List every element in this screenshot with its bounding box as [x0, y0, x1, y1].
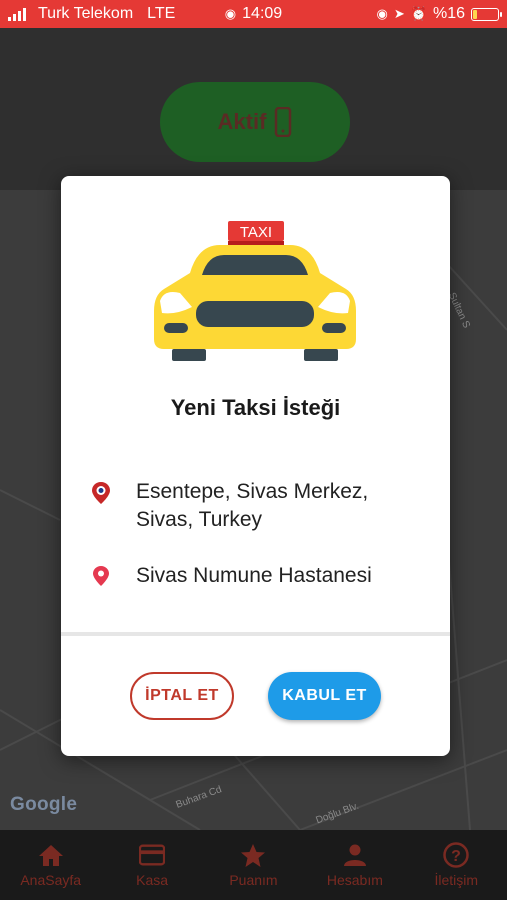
pickup-pin-icon	[88, 478, 114, 505]
status-left: Turk Telekom LTE	[8, 5, 175, 23]
pickup-line-1: Esentepe, Sivas Merkez,	[136, 480, 369, 503]
nav-item-kasa[interactable]: Kasa	[102, 842, 202, 888]
status-bar: Turk Telekom LTE ◉ 14:09 ◉ ➤ ⏰ %16	[0, 0, 507, 28]
nav-item-iletisim[interactable]: ? İletişim	[406, 842, 506, 888]
nav-label-puanim: Puanım	[229, 872, 278, 888]
destination-address: Sivas Numune Hastanesi	[88, 562, 428, 590]
nav-label-home: AnaSayfa	[20, 872, 82, 888]
active-label: Aktif	[217, 109, 267, 134]
accept-button[interactable]: KABUL ET	[268, 672, 381, 720]
taxi-sign-text: TAXI	[240, 224, 272, 241]
signal-icon	[8, 7, 26, 21]
cancel-button[interactable]: İPTAL ET	[130, 672, 234, 720]
card-icon	[139, 842, 166, 868]
dialog-divider	[61, 632, 450, 636]
google-logo: Google	[10, 794, 78, 815]
help-icon: ?	[443, 842, 469, 868]
network-type: LTE	[147, 5, 176, 22]
clock-icon: ◉	[224, 6, 237, 21]
alarm-icon: ⏰	[410, 6, 427, 21]
pickup-line-2: Sivas, Turkey	[136, 508, 263, 531]
svg-text:?: ?	[451, 848, 461, 865]
carrier-name: Turk Telekom	[38, 5, 134, 22]
taxi-icon: TAXI	[154, 221, 356, 361]
lock-rotation-icon: ◉	[376, 6, 388, 21]
nav-label-hesabim: Hesabım	[326, 872, 383, 888]
star-icon	[240, 842, 266, 868]
dialog-title: Yeni Taksi İsteği	[170, 395, 341, 420]
nav-item-puanim[interactable]: Puanım	[203, 842, 303, 888]
nav-item-hesabim[interactable]: Hesabım	[305, 842, 405, 888]
location-icon: ➤	[393, 6, 405, 21]
battery-percent: %16	[432, 5, 465, 22]
destination-pin-icon	[88, 562, 114, 587]
active-toggle-button[interactable]: Aktif	[160, 82, 350, 162]
nav-item-home[interactable]: AnaSayfa	[1, 842, 101, 888]
home-icon	[38, 842, 64, 868]
battery-icon	[471, 7, 502, 21]
status-time: 14:09	[242, 5, 283, 22]
destination-text: Sivas Numune Hastanesi	[136, 564, 372, 587]
bottom-nav: AnaSayfa Kasa Puanım Hesabım ? İletişim	[0, 830, 507, 900]
taxi-illustration: TAXI	[150, 215, 360, 370]
person-icon	[342, 842, 368, 868]
nav-label-iletisim: İletişim	[434, 872, 479, 888]
phone-icon	[275, 107, 292, 137]
nav-label-kasa: Kasa	[136, 872, 169, 888]
status-right: ◉ ➤ ⏰ %16	[376, 5, 502, 23]
pickup-address: Esentepe, Sivas Merkez, Sivas, Turkey	[88, 478, 428, 534]
